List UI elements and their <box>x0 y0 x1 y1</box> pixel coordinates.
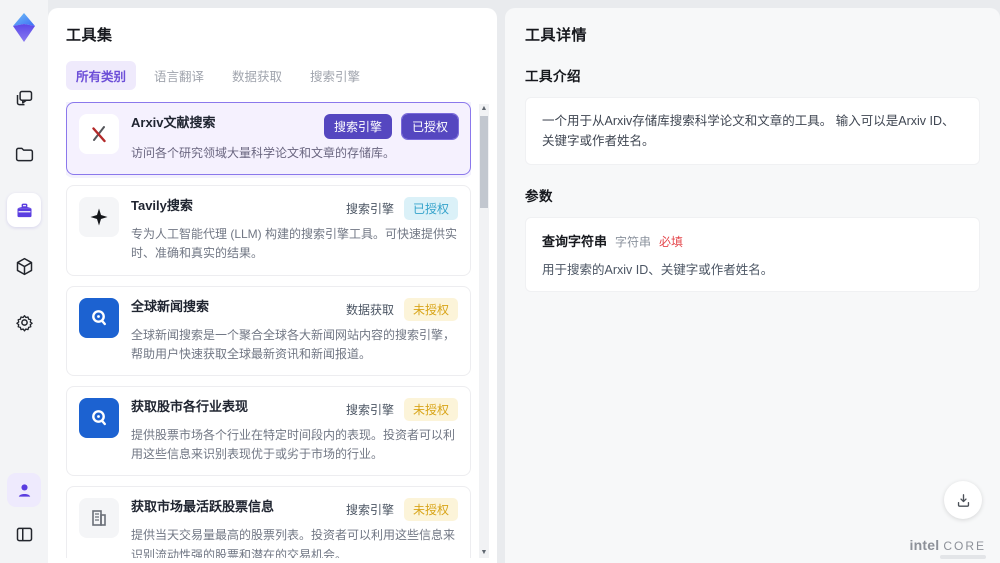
chat-icon <box>16 90 32 105</box>
news-search-icon <box>92 410 106 426</box>
intro-box: 一个用于从Arxiv存储库搜索科学论文和文章的工具。 输入可以是Arxiv ID… <box>525 97 980 165</box>
building-icon <box>92 510 106 527</box>
category-tab[interactable]: 搜索引擎 <box>300 61 370 90</box>
intel-core-logo: intel CORE <box>910 537 986 553</box>
arxiv-logo-icon <box>92 126 106 143</box>
param-required-badge: 必填 <box>659 235 684 249</box>
sidebar-item-profile[interactable] <box>7 473 41 507</box>
tool-name: Arxiv文献搜索 <box>131 115 216 130</box>
tool-details-panel: 工具详情 工具介绍 一个用于从Arxiv存储库搜索科学论文和文章的工具。 输入可… <box>505 8 1000 563</box>
tool-card[interactable]: 全球新闻搜索 数据获取 未授权 全球新闻搜索是一个聚合全球各大新闻网站内容的搜索… <box>66 285 471 376</box>
tool-description: 全球新闻搜索是一个聚合全球各大新闻网站内容的搜索引擎，帮助用户快速获取全球最新资… <box>131 327 456 361</box>
sidebar-item-settings[interactable] <box>7 305 41 339</box>
download-icon <box>957 493 969 507</box>
tool-name: 获取市场最活跃股票信息 <box>131 499 275 515</box>
tool-description: 专为人工智能代理 (LLM) 构建的搜索引擎工具。可快速提供实时、准确和真实的结… <box>131 227 458 261</box>
sparkle-icon <box>90 208 108 226</box>
user-icon <box>18 483 30 497</box>
tool-card[interactable]: Tavily搜索 搜索引擎 已授权 专为人工智能代理 (LLM) 构建的搜索引擎… <box>66 185 471 276</box>
tool-description: 提供当天交易量最高的股票列表。投资者可以利用这些信息来识别流动性强的股票和潜在的… <box>131 528 456 558</box>
tool-card[interactable]: 获取市场最活跃股票信息 搜索引擎 未授权 提供当天交易量最高的股票列表。投资者可… <box>66 486 471 558</box>
scrollbar-thumb[interactable] <box>480 116 488 208</box>
sidebar-item-chat[interactable] <box>7 81 41 115</box>
sidebar-item-models[interactable] <box>7 249 41 283</box>
params-heading: 参数 <box>525 189 553 204</box>
tool-name: Tavily搜索 <box>131 198 193 214</box>
main-area: 工具集 所有类别 语言翻译 数据获取 搜索引擎 Arxiv文献搜索 搜索引擎 已授权 … <box>48 8 1000 563</box>
app-logo-icon[interactable] <box>7 11 41 45</box>
tool-description: 访问各个研究领域大量科学论文和文章的存储库。 <box>131 146 396 160</box>
tool-list-wrap: Arxiv文献搜索 搜索引擎 已授权 访问各个研究领域大量科学论文和文章的存储库… <box>66 102 497 558</box>
news-search-icon <box>92 309 106 325</box>
folder-icon <box>15 147 33 161</box>
tool-category-badge: 数据获取 <box>345 302 394 317</box>
tool-category-badge: 搜索引擎 <box>323 114 392 139</box>
intro-heading: 工具介绍 <box>525 69 581 84</box>
tool-icon <box>79 498 119 539</box>
toolbox-icon <box>17 203 31 217</box>
tool-category-badge: 搜索引擎 <box>345 503 394 518</box>
param-name: 查询字符串 <box>542 234 608 249</box>
gear-icon <box>15 314 33 332</box>
category-tab[interactable]: 所有类别 <box>66 61 137 90</box>
tool-auth-badge: 未授权 <box>403 397 458 421</box>
param-type: 字符串 <box>615 235 652 249</box>
cube-icon <box>16 257 32 275</box>
intro-text: 一个用于从Arxiv存储库搜索科学论文和文章的工具。 输入可以是Arxiv ID… <box>542 114 955 148</box>
tool-name: 全球新闻搜索 <box>131 298 210 314</box>
tool-category-badge: 搜索引擎 <box>345 402 394 417</box>
brand-subtag <box>940 555 986 559</box>
tool-list: Arxiv文献搜索 搜索引擎 已授权 访问各个研究领域大量科学论文和文章的存储库… <box>66 102 471 558</box>
tools-panel-title: 工具集 <box>66 27 113 44</box>
tool-auth-badge: 未授权 <box>403 297 458 321</box>
tool-name: 获取股市各行业表现 <box>131 398 249 414</box>
tool-card[interactable]: 获取股市各行业表现 搜索引擎 未授权 提供股票市场各个行业在特定时间段内的表现。… <box>66 385 471 477</box>
scroll-down-arrow[interactable]: ▼ <box>479 548 489 558</box>
tool-icon <box>79 297 119 338</box>
app-rail <box>0 0 48 563</box>
core-logo-text: CORE <box>943 539 986 553</box>
category-tabs: 所有类别 语言翻译 数据获取 搜索引擎 <box>66 61 497 90</box>
tools-panel: 工具集 所有类别 语言翻译 数据获取 搜索引擎 Arxiv文献搜索 搜索引擎 已授权 … <box>48 8 497 563</box>
tool-category-badge: 搜索引擎 <box>345 202 394 217</box>
tool-icon <box>79 197 119 238</box>
download-button[interactable] <box>944 481 982 519</box>
param-description: 用于搜索的Arxiv ID、关键字或作者姓名。 <box>542 263 774 277</box>
tool-icon <box>79 114 119 154</box>
sidebar-item-files[interactable] <box>7 137 41 171</box>
tool-icon <box>79 397 119 438</box>
tool-auth-badge: 未授权 <box>403 498 458 522</box>
category-tab[interactable]: 语言翻译 <box>144 61 214 90</box>
tool-auth-badge: 已授权 <box>403 197 458 221</box>
details-title: 工具详情 <box>525 27 588 44</box>
category-tab[interactable]: 数据获取 <box>222 61 292 90</box>
scroll-up-arrow[interactable]: ▲ <box>479 104 489 114</box>
param-header: 查询字符串 字符串 必填 <box>542 231 963 250</box>
tool-card[interactable]: Arxiv文献搜索 搜索引擎 已授权 访问各个研究领域大量科学论文和文章的存储库… <box>66 102 471 176</box>
sidebar-item-collapse[interactable] <box>7 517 41 551</box>
tool-description: 提供股票市场各个行业在特定时间段内的表现。投资者可以利用这些信息来识别表现优于或… <box>131 427 456 462</box>
param-box: 查询字符串 字符串 必填 用于搜索的Arxiv ID、关键字或作者姓名。 <box>525 217 980 292</box>
tool-auth-badge: 已授权 <box>400 113 460 140</box>
panel-toggle-icon <box>16 527 32 541</box>
intel-logo-text: intel <box>909 537 940 553</box>
scrollbar[interactable]: ▲ ▼ <box>479 104 489 558</box>
sidebar-item-tools[interactable] <box>7 193 41 227</box>
